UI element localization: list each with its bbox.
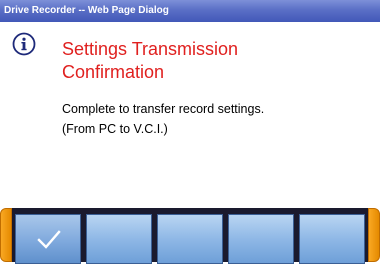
dialog-message: Complete to transfer record settings. (F… (62, 102, 265, 136)
dialog-heading: Settings Transmission Confirmation (62, 39, 239, 82)
function-button-5[interactable] (299, 214, 365, 264)
function-button-4[interactable] (228, 214, 294, 264)
function-button-3[interactable] (157, 214, 223, 264)
window-title-bar: Drive Recorder -- Web Page Dialog (0, 0, 380, 22)
checkmark-icon (37, 230, 61, 249)
function-key-bar (0, 204, 380, 264)
window-title: Drive Recorder -- Web Page Dialog (4, 5, 169, 16)
info-icon (12, 32, 36, 56)
function-button-2[interactable] (86, 214, 152, 264)
button-bar-right-cap (368, 208, 380, 262)
confirm-button[interactable] (15, 214, 81, 264)
button-bar-track (12, 208, 368, 264)
button-bar-left-cap (0, 208, 12, 262)
